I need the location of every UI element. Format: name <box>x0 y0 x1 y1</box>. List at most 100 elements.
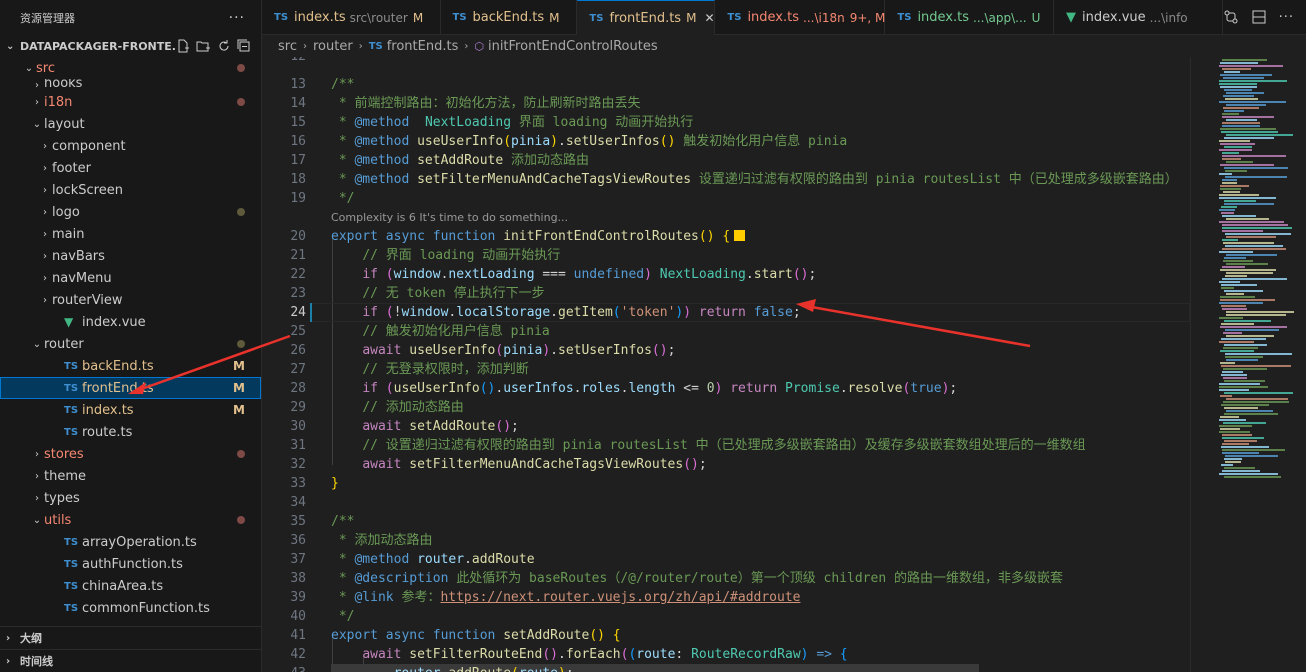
minimap-line <box>1221 446 1269 448</box>
code-token: // 界面 loading 动画开始执行 <box>362 248 561 263</box>
chevron-right-icon: › <box>43 294 47 306</box>
editor-tab[interactable]: TS frontEnd.ts M ✕ <box>577 0 716 35</box>
new-file-icon[interactable] <box>176 39 190 53</box>
timeline-section[interactable]: › 时间线 <box>0 649 261 672</box>
project-header[interactable]: ⌄ DATAPACKAGER-FRONTE... <box>0 35 261 57</box>
tree-item[interactable]: TS index.ts M <box>0 399 261 421</box>
minimap-line <box>1220 296 1255 298</box>
minimap-line <box>1222 371 1243 373</box>
code-token: { <box>839 647 848 662</box>
minimap-line <box>1219 101 1286 103</box>
tree-item[interactable]: ▼ index.vue <box>0 311 261 333</box>
split-editor-icon[interactable] <box>1251 9 1267 25</box>
code-line: 31 // 设置递归过滤有权限的路由到 pinia routesList 中（已… <box>262 436 1190 455</box>
new-folder-icon[interactable] <box>196 39 211 53</box>
editor-tab[interactable]: TS index.ts src\router M <box>262 0 441 35</box>
tree-item[interactable]: › i18n <box>0 91 261 113</box>
tree-item[interactable]: › footer <box>0 157 261 179</box>
breadcrumb-item-router[interactable]: router <box>313 39 353 54</box>
minimap-line <box>1225 461 1241 463</box>
code-text: /** <box>331 75 354 94</box>
more-actions-icon[interactable]: ··· <box>229 10 245 26</box>
tree-item[interactable]: ⌄ src <box>0 57 261 79</box>
collapse-all-icon[interactable] <box>237 39 251 53</box>
tree-item[interactable]: TS route.ts <box>0 421 261 443</box>
code-token: @method <box>354 134 410 149</box>
tree-item[interactable]: ⌄ layout <box>0 113 261 135</box>
typescript-file-icon: TS <box>452 12 467 23</box>
tree-item[interactable]: TS commonFunction.ts <box>0 597 261 619</box>
chevron-down-icon: ⌄ <box>6 40 15 52</box>
compare-changes-icon[interactable] <box>1223 9 1239 25</box>
tree-item[interactable]: › navBars <box>0 245 261 267</box>
tree-item[interactable]: › stores <box>0 443 261 465</box>
line-number: 21 <box>290 248 306 263</box>
minimap-line <box>1221 365 1291 367</box>
tree-item[interactable]: TS arrayOperation.ts <box>0 531 261 553</box>
tree-item[interactable]: › types <box>0 487 261 509</box>
tree-item[interactable]: TS chinaArea.ts <box>0 575 261 597</box>
tree-item[interactable]: TS authFunction.ts <box>0 553 261 575</box>
editor-tab[interactable]: TS index.ts ...\i18n 9+, M <box>715 0 886 35</box>
code-token: pinia <box>503 343 543 358</box>
code-line: 41 export async function setAddRoute() { <box>262 626 1190 645</box>
typescript-file-icon: TS <box>64 602 79 614</box>
tab-description: src\router <box>349 10 408 25</box>
tree-item[interactable]: TS backEnd.ts M <box>0 355 261 377</box>
code-token: @method <box>354 172 410 187</box>
minimap-line <box>1220 62 1258 64</box>
code-token: start <box>753 267 793 282</box>
code-token: ( <box>503 134 512 149</box>
code-lens[interactable]: Complexity is 6 It's time to do somethin… <box>331 208 568 227</box>
code-token: 添加动态路由 <box>503 153 590 168</box>
close-tab-icon[interactable]: ✕ <box>704 11 714 25</box>
tree-item[interactable]: › logo <box>0 201 261 223</box>
minimap-line <box>1225 353 1292 355</box>
chevron-right-icon: › <box>43 162 47 174</box>
refresh-icon[interactable] <box>217 39 231 53</box>
code-token: : <box>675 647 692 662</box>
tab-label: index.ts <box>294 10 346 25</box>
editor-tab[interactable]: ▼ index.vue ...\info <box>1054 0 1223 35</box>
tree-item[interactable]: › main <box>0 223 261 245</box>
chevron-right-icon: › <box>358 40 363 52</box>
breadcrumb-item-file[interactable]: frontEnd.ts <box>387 39 459 54</box>
code-editor[interactable]: 1213/**14 * 前端控制路由：初始化方法，防止刷新时路由丢失15 * @… <box>262 57 1190 672</box>
lightbulb-square-icon[interactable] <box>734 230 746 241</box>
minimap-line <box>1225 455 1278 457</box>
tree-item[interactable]: › hooks <box>0 79 261 91</box>
typescript-file-icon: TS <box>64 558 79 570</box>
code-token: . <box>558 134 566 149</box>
code-token: async <box>385 628 425 643</box>
tree-item[interactable]: ⌄ router <box>0 333 261 355</box>
code-text: /** <box>331 512 354 531</box>
breadcrumb-item-src[interactable]: src <box>278 39 297 54</box>
tree-item[interactable]: › component <box>0 135 261 157</box>
line-number: 24 <box>290 305 306 320</box>
code-token[interactable]: https://next.router.vuejs.org/zh/api/#ad… <box>440 590 800 605</box>
code-line: 21 // 界面 loading 动画开始执行 <box>262 246 1190 265</box>
tree-item[interactable]: ⌄ utils <box>0 509 261 531</box>
tree-item[interactable]: TS frontEnd.ts M <box>0 377 261 399</box>
minimap-line <box>1221 338 1266 340</box>
more-actions-icon[interactable]: ··· <box>1279 10 1294 25</box>
outline-section[interactable]: › 大纲 <box>0 626 261 649</box>
minimap-line <box>1220 143 1255 145</box>
breadcrumb-item-symbol[interactable]: initFrontEndControlRoutes <box>488 39 658 54</box>
code-line: 24 if (!window.localStorage.getItem('tok… <box>262 303 1190 322</box>
tab-git-status: M <box>549 10 560 25</box>
tree-item[interactable]: › theme <box>0 465 261 487</box>
editor-tab[interactable]: TS backEnd.ts M <box>441 0 578 35</box>
code-text: export async function setAddRoute() { <box>331 626 621 645</box>
editor-tab[interactable]: TS index.ts ...\app\... U <box>885 0 1054 35</box>
minimap[interactable] <box>1190 57 1306 672</box>
tree-item[interactable]: › navMenu <box>0 267 261 289</box>
tree-item[interactable]: › lockScreen <box>0 179 261 201</box>
tree-item[interactable]: › routerView <box>0 289 261 311</box>
code-token: function <box>432 229 496 244</box>
